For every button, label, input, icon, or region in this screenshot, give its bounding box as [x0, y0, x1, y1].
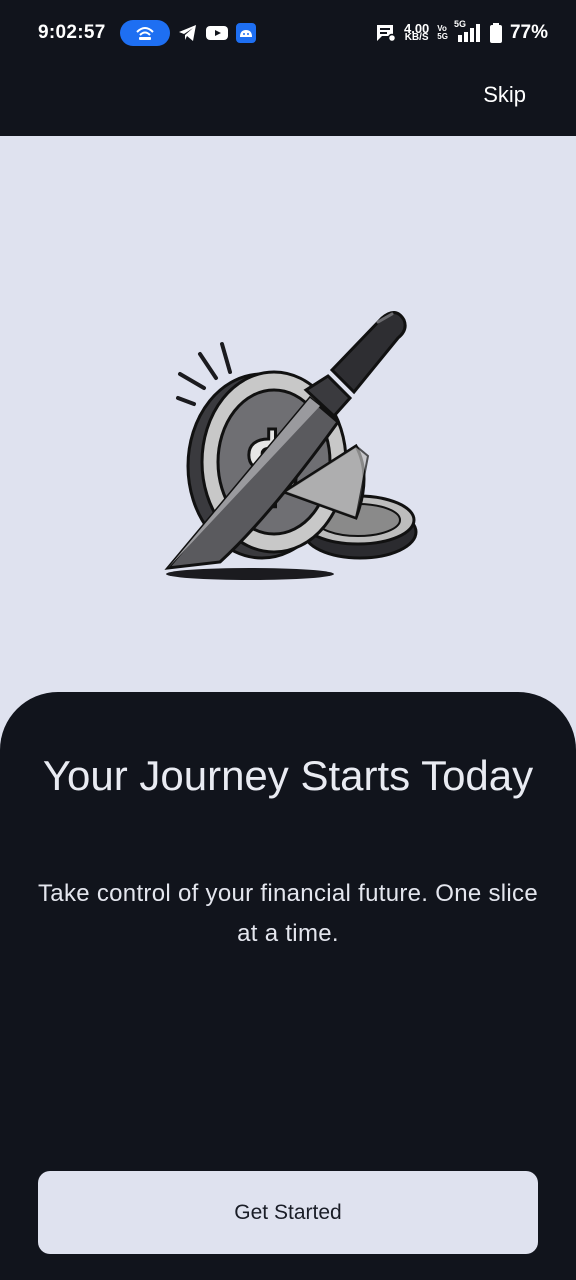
status-bar-left: 9:02:57	[38, 20, 256, 46]
status-bar: 9:02:57 4.00 KB/S Vo 5G 5G 77%	[0, 0, 576, 66]
status-time: 9:02:57	[38, 22, 106, 43]
youtube-icon	[205, 25, 228, 41]
battery-icon	[489, 23, 502, 43]
hotspot-indicator	[119, 20, 170, 46]
battery-level: 77%	[509, 22, 548, 43]
onboarding-card: Your Journey Starts Today Take control o…	[0, 692, 576, 1280]
onboarding-subtitle: Take control of your financial future. O…	[38, 880, 538, 947]
status-bar-right: 4.00 KB/S Vo 5G 5G 77%	[376, 19, 548, 44]
knife-slicing-coin-icon: $	[164, 311, 418, 580]
top-app-bar: Skip	[0, 66, 576, 136]
onboarding-title: Your Journey Starts Today	[42, 752, 534, 799]
network-speed-unit: KB/S	[404, 32, 429, 43]
message-notification-icon	[376, 24, 396, 42]
get-started-button[interactable]: Get Started	[38, 1171, 538, 1254]
volte-indicator: Vo 5G	[437, 25, 448, 41]
telegram-icon	[178, 24, 198, 42]
volte-bottom: 5G	[437, 32, 448, 41]
skip-button[interactable]: Skip	[483, 82, 526, 108]
network-type: 5G	[453, 19, 466, 29]
android-app-icon	[235, 23, 256, 43]
hotspot-icon	[135, 27, 154, 40]
network-speed: 4.00 KB/S	[404, 22, 429, 43]
signal-icon: 5G	[454, 19, 482, 43]
illustration-area: $	[0, 136, 576, 756]
